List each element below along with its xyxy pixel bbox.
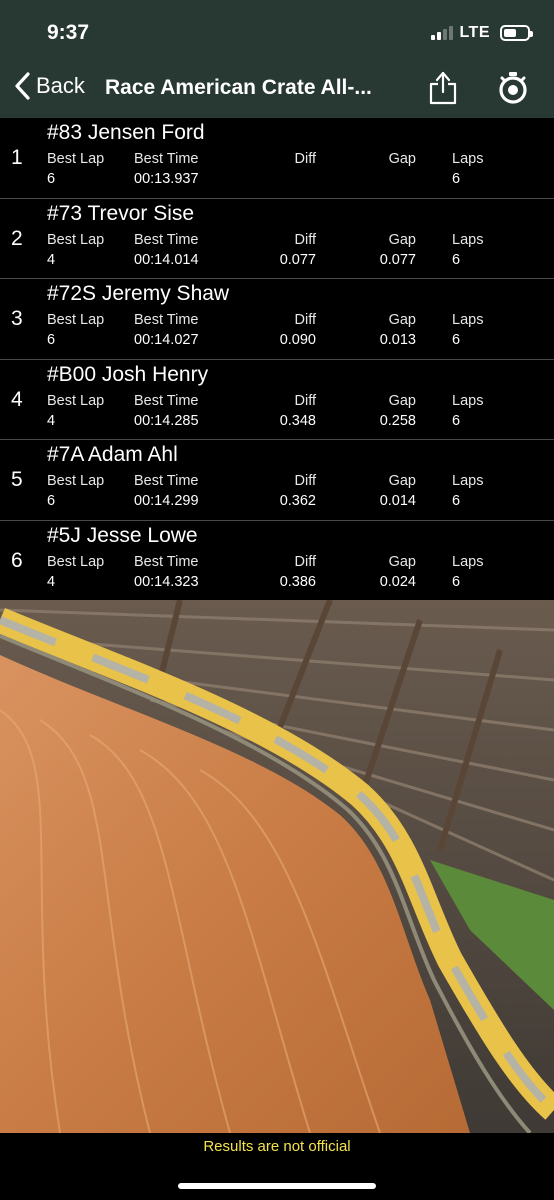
- result-row[interactable]: 4 #B00 Josh Henry Best Lap Best Time Dif…: [0, 360, 554, 440]
- track-background-image: [0, 600, 554, 1133]
- laps-value: 6: [452, 412, 461, 429]
- position-number: 5: [11, 468, 23, 491]
- best-time-label: Best Time: [134, 231, 199, 248]
- back-button[interactable]: Back: [14, 72, 85, 100]
- diff-label: Diff: [294, 312, 317, 328]
- diff-label: Diff: [294, 553, 317, 570]
- result-row[interactable]: 5 #7A Adam Ahl Best Lap Best Time Diff G…: [0, 440, 554, 521]
- share-icon: [429, 71, 457, 105]
- diff-value: 0.348: [279, 412, 316, 429]
- diff-value: 0.090: [279, 332, 316, 348]
- best-time-label: Best Time: [134, 553, 199, 570]
- best-lap-label: Best Lap: [47, 151, 105, 167]
- stopwatch-button[interactable]: [497, 71, 529, 110]
- cellular-signal-icon: [431, 26, 454, 40]
- laps-value: 6: [452, 251, 461, 268]
- battery-icon: [500, 25, 533, 41]
- navigation-header: 9:37 LTE Back Race American Crate All-..…: [0, 0, 554, 118]
- best-lap-value: 4: [47, 251, 56, 268]
- stopwatch-icon: [499, 72, 527, 104]
- status-time: 9:37: [47, 21, 90, 44]
- laps-label: Laps: [452, 231, 484, 248]
- best-lap-value: 4: [47, 573, 56, 590]
- gap-label: Gap: [388, 312, 416, 328]
- status-indicators: LTE: [431, 24, 533, 42]
- driver-name: #73 Trevor Sise: [47, 201, 195, 225]
- position-number: 2: [11, 226, 23, 250]
- result-row[interactable]: 2 #73 Trevor Sise Best Lap Best Time Dif…: [0, 199, 554, 279]
- diff-label: Diff: [294, 473, 317, 489]
- driver-name: #5J Jesse Lowe: [47, 523, 198, 547]
- gap-value: 0.258: [379, 412, 416, 429]
- gap-value: 0.014: [379, 493, 416, 509]
- result-row[interactable]: 1 #83 Jensen Ford Best Lap Best Time Dif…: [0, 118, 554, 199]
- best-time-label: Best Time: [134, 312, 199, 328]
- best-lap-value: 6: [47, 171, 56, 187]
- best-time-label: Best Time: [134, 473, 199, 489]
- laps-value: 6: [452, 573, 461, 590]
- best-lap-value: 4: [47, 412, 56, 429]
- best-lap-label: Best Lap: [47, 231, 105, 248]
- laps-label: Laps: [452, 553, 484, 570]
- laps-label: Laps: [452, 312, 484, 328]
- best-lap-value: 6: [47, 493, 56, 509]
- diff-value: 0.077: [279, 251, 316, 268]
- result-row[interactable]: 6 #5J Jesse Lowe Best Lap Best Time Diff…: [0, 521, 554, 601]
- chevron-left-icon: [15, 72, 30, 100]
- gap-label: Gap: [388, 151, 416, 167]
- diff-value: 0.386: [279, 573, 316, 590]
- diff-label: Diff: [294, 151, 317, 167]
- diff-value: 0.362: [279, 493, 316, 509]
- driver-name: #83 Jensen Ford: [47, 121, 205, 144]
- results-list: 1 #83 Jensen Ford Best Lap Best Time Dif…: [0, 118, 554, 601]
- position-number: 3: [11, 307, 23, 330]
- unofficial-results-notice: Results are not official: [203, 1138, 351, 1155]
- gap-value: 0.024: [379, 573, 416, 590]
- driver-name: #B00 Josh Henry: [47, 362, 209, 386]
- best-lap-value: 6: [47, 332, 56, 348]
- position-number: 4: [11, 387, 23, 411]
- best-lap-label: Best Lap: [47, 553, 105, 570]
- best-time-value: 00:13.937: [134, 171, 199, 187]
- position-number: 6: [11, 548, 23, 572]
- gap-label: Gap: [388, 392, 416, 409]
- best-lap-label: Best Lap: [47, 392, 105, 409]
- best-time-value: 00:14.299: [134, 493, 199, 509]
- home-indicator[interactable]: [178, 1183, 376, 1189]
- diff-label: Diff: [294, 392, 317, 409]
- driver-name: #72S Jeremy Shaw: [47, 282, 230, 305]
- best-lap-label: Best Lap: [47, 473, 105, 489]
- laps-value: 6: [452, 493, 461, 509]
- best-lap-label: Best Lap: [47, 312, 105, 328]
- gap-value: 0.077: [379, 251, 416, 268]
- gap-value: 0.013: [379, 332, 416, 348]
- result-row[interactable]: 3 #72S Jeremy Shaw Best Lap Best Time Di…: [0, 279, 554, 360]
- footer: Results are not official: [0, 1133, 554, 1200]
- gap-label: Gap: [388, 231, 416, 248]
- best-time-value: 00:14.014: [134, 251, 199, 268]
- share-button[interactable]: [428, 70, 458, 111]
- back-label: Back: [36, 73, 85, 98]
- gap-label: Gap: [388, 553, 416, 570]
- laps-value: 6: [452, 171, 461, 187]
- page-title: Race American Crate All-...: [105, 76, 372, 99]
- position-number: 1: [11, 146, 23, 169]
- laps-label: Laps: [452, 392, 484, 409]
- gap-label: Gap: [388, 473, 416, 489]
- network-type: LTE: [459, 24, 490, 41]
- best-time-value: 00:14.027: [134, 332, 199, 348]
- laps-value: 6: [452, 332, 461, 348]
- diff-label: Diff: [294, 231, 317, 248]
- best-time-value: 00:14.323: [134, 573, 199, 590]
- laps-label: Laps: [452, 151, 484, 167]
- best-time-label: Best Time: [134, 392, 199, 409]
- laps-label: Laps: [452, 473, 484, 489]
- best-time-label: Best Time: [134, 151, 199, 167]
- best-time-value: 00:14.285: [134, 412, 199, 429]
- driver-name: #7A Adam Ahl: [47, 443, 178, 466]
